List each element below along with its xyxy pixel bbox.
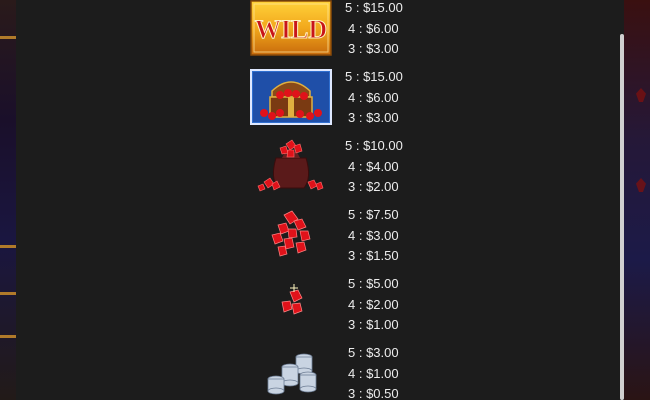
- payout-line: 4 : $1.00: [345, 364, 465, 385]
- reel-frame-tick: [0, 292, 16, 295]
- payout-separator: :: [355, 386, 367, 400]
- payout-amount: $5.00: [366, 276, 399, 291]
- payout-line: 4 : $2.00: [345, 295, 465, 316]
- payout-list: 5 : $15.00 4 : $6.00 3 : $3.00: [345, 67, 465, 129]
- payout-amount: $3.00: [366, 41, 399, 57]
- payout-line: 3 : $2.00: [345, 177, 465, 198]
- payout-line: 3 : $3.00: [345, 108, 465, 129]
- payout-line: 3 : $3.00: [345, 39, 465, 60]
- payout-separator: :: [355, 207, 367, 222]
- payout-list: 5 : $5.00 4 : $2.00 3 : $1.00: [345, 274, 465, 336]
- wild-label: WILD: [255, 15, 327, 44]
- paytable-row-gem-pile: 5 : $7.50 4 : $3.00 3 : $1.50: [16, 207, 624, 276]
- reel-frame-tick: [0, 335, 16, 338]
- payout-line: 3 : $1.50: [345, 246, 465, 267]
- payout-line: 5 : $3.00: [345, 343, 465, 364]
- payout-separator: :: [355, 110, 367, 126]
- payout-amount: $6.00: [366, 20, 399, 36]
- payout-list: 5 : $10.00 4 : $4.00 3 : $2.00: [345, 136, 465, 198]
- payout-amount: $0.50: [366, 386, 399, 400]
- payout-line: 5 : $15.00: [345, 0, 465, 19]
- payout-separator: :: [355, 20, 367, 36]
- payout-line: 4 : $4.00: [345, 157, 465, 178]
- wild-symbol-icon: WILD: [250, 0, 332, 56]
- reel-background-right: [624, 0, 650, 400]
- payout-separator: :: [355, 345, 367, 360]
- payout-separator: :: [355, 41, 367, 57]
- paytable-row-treasure-chest: 5 : $15.00 4 : $6.00 3 : $3.00: [16, 69, 624, 138]
- payout-separator: :: [355, 317, 367, 333]
- payout-amount: $2.00: [366, 296, 399, 312]
- payout-line: 4 : $3.00: [345, 226, 465, 247]
- payout-separator: :: [355, 179, 367, 195]
- payout-separator: :: [355, 296, 367, 312]
- paytable-row-wild: WILD 5 : $15.00 4 : $6.00 3 : $3.00: [16, 0, 624, 69]
- payout-separator: :: [352, 138, 364, 153]
- payout-line: 5 : $15.00: [345, 67, 465, 88]
- treasure-chest-icon: [250, 69, 332, 125]
- ruby-icon: [636, 178, 646, 192]
- payout-separator: :: [352, 0, 364, 15]
- payout-amount: $3.00: [366, 227, 399, 243]
- reel-background-left: [0, 0, 16, 400]
- payout-separator: :: [355, 276, 367, 291]
- scrollbar[interactable]: [620, 34, 624, 400]
- payout-line: 5 : $10.00: [345, 136, 465, 157]
- payout-line: 3 : $0.50: [345, 384, 465, 400]
- reel-frame-tick: [0, 245, 16, 248]
- payout-separator: :: [355, 365, 367, 381]
- payout-separator: :: [355, 158, 367, 174]
- paytable-row-silver-coins: 5 : $3.00 4 : $1.00 3 : $0.50: [16, 345, 624, 400]
- payout-line: 4 : $6.00: [345, 19, 465, 40]
- payout-amount: $1.00: [366, 365, 399, 381]
- payout-amount: $4.00: [366, 158, 399, 174]
- payout-amount: $3.00: [366, 110, 399, 126]
- payout-amount: $1.00: [366, 317, 399, 333]
- payout-amount: $2.00: [366, 179, 399, 195]
- payout-separator: :: [355, 248, 367, 264]
- payout-amount: $1.50: [366, 248, 399, 264]
- payout-list: 5 : $3.00 4 : $1.00 3 : $0.50: [345, 343, 465, 400]
- payout-amount: $15.00: [363, 0, 403, 15]
- ruby-icon: [636, 88, 646, 102]
- paytable-row-gem-sack: 5 : $10.00 4 : $4.00 3 : $2.00: [16, 138, 624, 207]
- payout-amount: $15.00: [363, 69, 403, 84]
- gem-pair-icon: [250, 276, 332, 332]
- payout-amount: $3.00: [366, 345, 399, 360]
- payout-amount: $10.00: [363, 138, 403, 153]
- payout-separator: :: [355, 227, 367, 243]
- paytable-screen: WILD 5 : $15.00 4 : $6.00 3 : $3.00 5: …: [0, 0, 650, 400]
- payout-line: 5 : $7.50: [345, 205, 465, 226]
- paytable-panel[interactable]: WILD 5 : $15.00 4 : $6.00 3 : $3.00 5: …: [16, 0, 624, 400]
- payout-line: 3 : $1.00: [345, 315, 465, 336]
- payout-amount: $7.50: [366, 207, 399, 222]
- payout-list: 5 : $7.50 4 : $3.00 3 : $1.50: [345, 205, 465, 267]
- payout-line: 4 : $6.00: [345, 88, 465, 109]
- paytable-row-gem-pair: 5 : $5.00 4 : $2.00 3 : $1.00: [16, 276, 624, 345]
- payout-separator: :: [355, 89, 367, 105]
- payout-separator: :: [352, 69, 364, 84]
- reel-frame-tick: [0, 36, 16, 39]
- payout-list: 5 : $15.00 4 : $6.00 3 : $3.00: [345, 0, 465, 60]
- payout-amount: $6.00: [366, 89, 399, 105]
- gem-sack-icon: [250, 138, 332, 194]
- payout-line: 5 : $5.00: [345, 274, 465, 295]
- gem-pile-icon: [250, 207, 332, 263]
- silver-coins-icon: [250, 345, 332, 400]
